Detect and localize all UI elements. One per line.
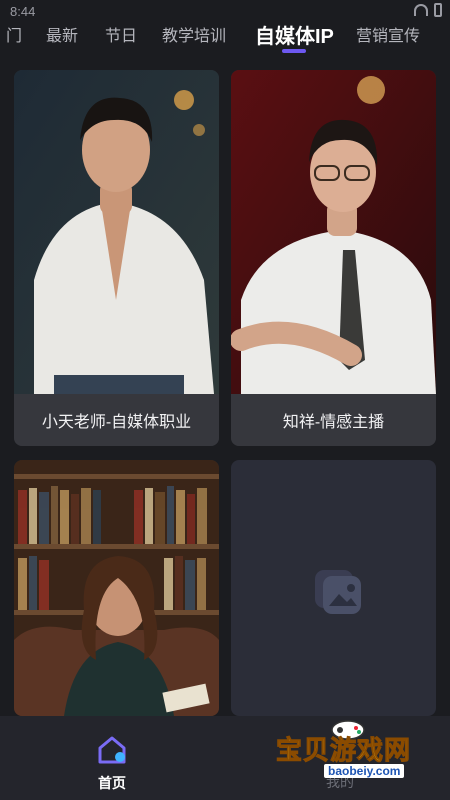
wifi-icon <box>414 4 428 16</box>
nav-home-label: 首页 <box>98 775 126 791</box>
status-icons <box>414 3 442 17</box>
template-card[interactable]: 知祥-情感主播 <box>231 70 436 446</box>
card-photo <box>14 460 219 716</box>
watermark-url: baobeiy.com <box>324 764 405 778</box>
tab-self-media-ip[interactable]: 自媒体IP <box>255 20 334 49</box>
active-tab-indicator <box>282 49 306 53</box>
home-icon <box>98 736 126 764</box>
image-placeholder-icon <box>315 570 361 614</box>
card-title: 小天老师-自媒体职业 <box>14 394 219 446</box>
nav-home[interactable]: 首页 <box>88 734 136 793</box>
status-time: 8:44 <box>10 4 36 19</box>
battery-icon <box>434 3 442 17</box>
card-photo <box>231 70 436 394</box>
watermark-title: 宝贝游戏网 <box>275 735 412 766</box>
tab-latest[interactable]: 最新 <box>46 22 78 46</box>
template-card[interactable] <box>14 460 219 716</box>
tab-partial[interactable]: 门 <box>6 22 22 46</box>
template-card-placeholder[interactable] <box>231 460 436 716</box>
category-tabs: 门 最新 节日 教学培训 自媒体IP 营销宣传 <box>0 18 450 58</box>
card-photo <box>14 70 219 394</box>
tab-holiday[interactable]: 节日 <box>105 22 137 46</box>
card-title: 知祥-情感主播 <box>231 394 436 446</box>
watermark: 宝贝游戏网 baobeiy.com <box>272 716 432 798</box>
tab-teaching[interactable]: 教学培训 <box>162 22 226 46</box>
tab-marketing[interactable]: 营销宣传 <box>356 22 420 46</box>
template-card[interactable]: 小天老师-自媒体职业 <box>14 70 219 446</box>
